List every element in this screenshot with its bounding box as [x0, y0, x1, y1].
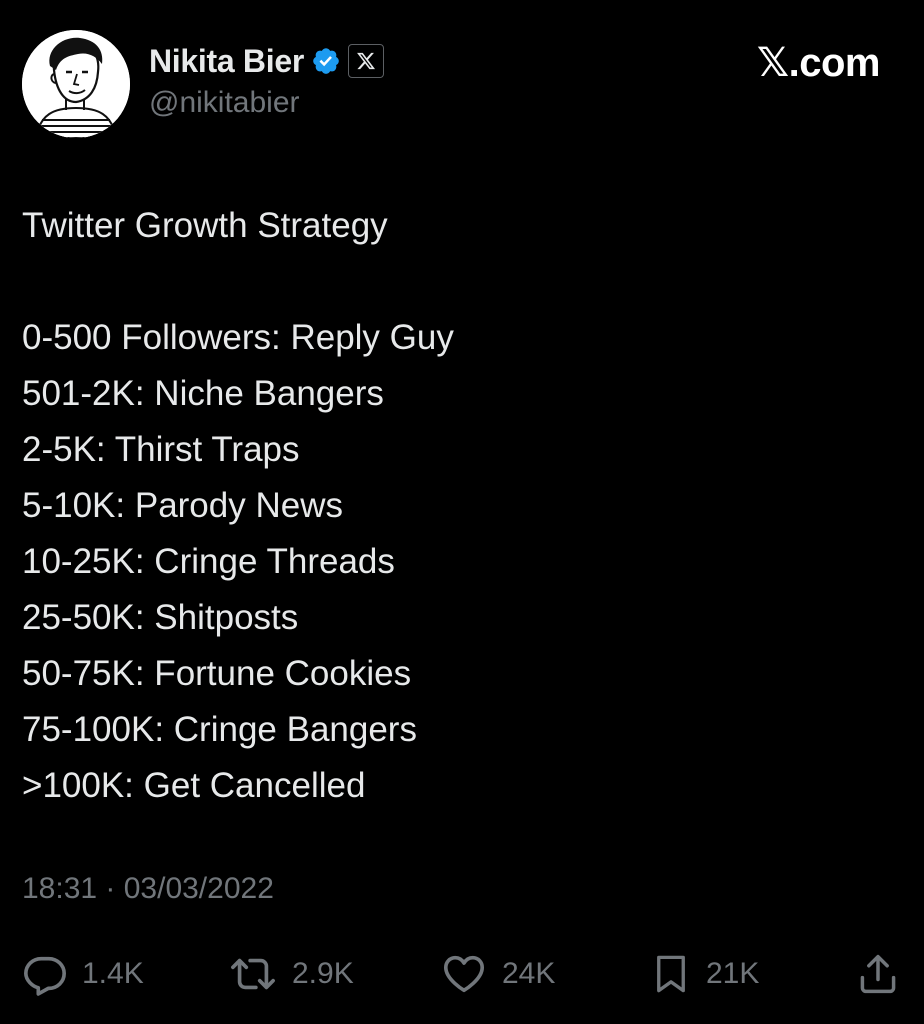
tweet-line: 10-25K: Cringe Threads	[22, 542, 395, 581]
x-logo-icon[interactable]	[347, 44, 384, 78]
verified-badge-icon	[311, 46, 341, 76]
share-button[interactable]	[856, 944, 900, 1004]
share-icon	[856, 951, 900, 997]
retweet-button[interactable]: 2.9K	[228, 944, 354, 1004]
tweet-line: 75-100K: Cringe Bangers	[22, 710, 417, 749]
tweet-line: 50-75K: Fortune Cookies	[22, 654, 412, 693]
brand-logo: 𝕏.com	[756, 40, 881, 86]
tweet-line: 501-2K: Niche Bangers	[22, 374, 384, 413]
tweet-spacer	[22, 254, 882, 310]
tweet-action-bar: 1.4K 2.9K 24K 21K	[0, 944, 924, 1004]
like-button[interactable]: 24K	[440, 944, 555, 1004]
bookmark-icon	[650, 951, 692, 997]
display-name[interactable]: Nikita Bier	[149, 43, 304, 80]
like-count: 24K	[502, 957, 556, 990]
bookmark-button[interactable]: 21K	[650, 944, 759, 1004]
retweet-count: 2.9K	[292, 957, 354, 990]
reply-bubble-icon	[22, 951, 68, 997]
tweet-line: 5-10K: Parody News	[22, 486, 343, 525]
tweet-timestamp[interactable]: 18:31 · 03/03/2022	[22, 872, 274, 906]
tweet-title: Twitter Growth Strategy	[22, 206, 388, 245]
reply-button[interactable]: 1.4K	[22, 944, 144, 1004]
cartoon-portrait-avatar	[22, 30, 130, 138]
tweet-line: 0-500 Followers: Reply Guy	[22, 318, 454, 357]
tweet-line: 25-50K: Shitposts	[22, 598, 299, 637]
author-handle[interactable]: @nikitabier	[149, 86, 300, 120]
tweet-line: >100K: Get Cancelled	[22, 766, 366, 805]
bookmark-count: 21K	[706, 957, 760, 990]
avatar[interactable]	[22, 30, 130, 138]
tweet-line: 2-5K: Thirst Traps	[22, 430, 300, 469]
author-name-row[interactable]: Nikita Bier	[149, 40, 384, 82]
tweet-body: Twitter Growth Strategy 0-500 Followers:…	[22, 198, 882, 814]
retweet-icon	[228, 951, 278, 997]
heart-icon	[440, 951, 488, 997]
brand-label: 𝕏.com	[756, 41, 881, 85]
reply-count: 1.4K	[82, 957, 144, 990]
